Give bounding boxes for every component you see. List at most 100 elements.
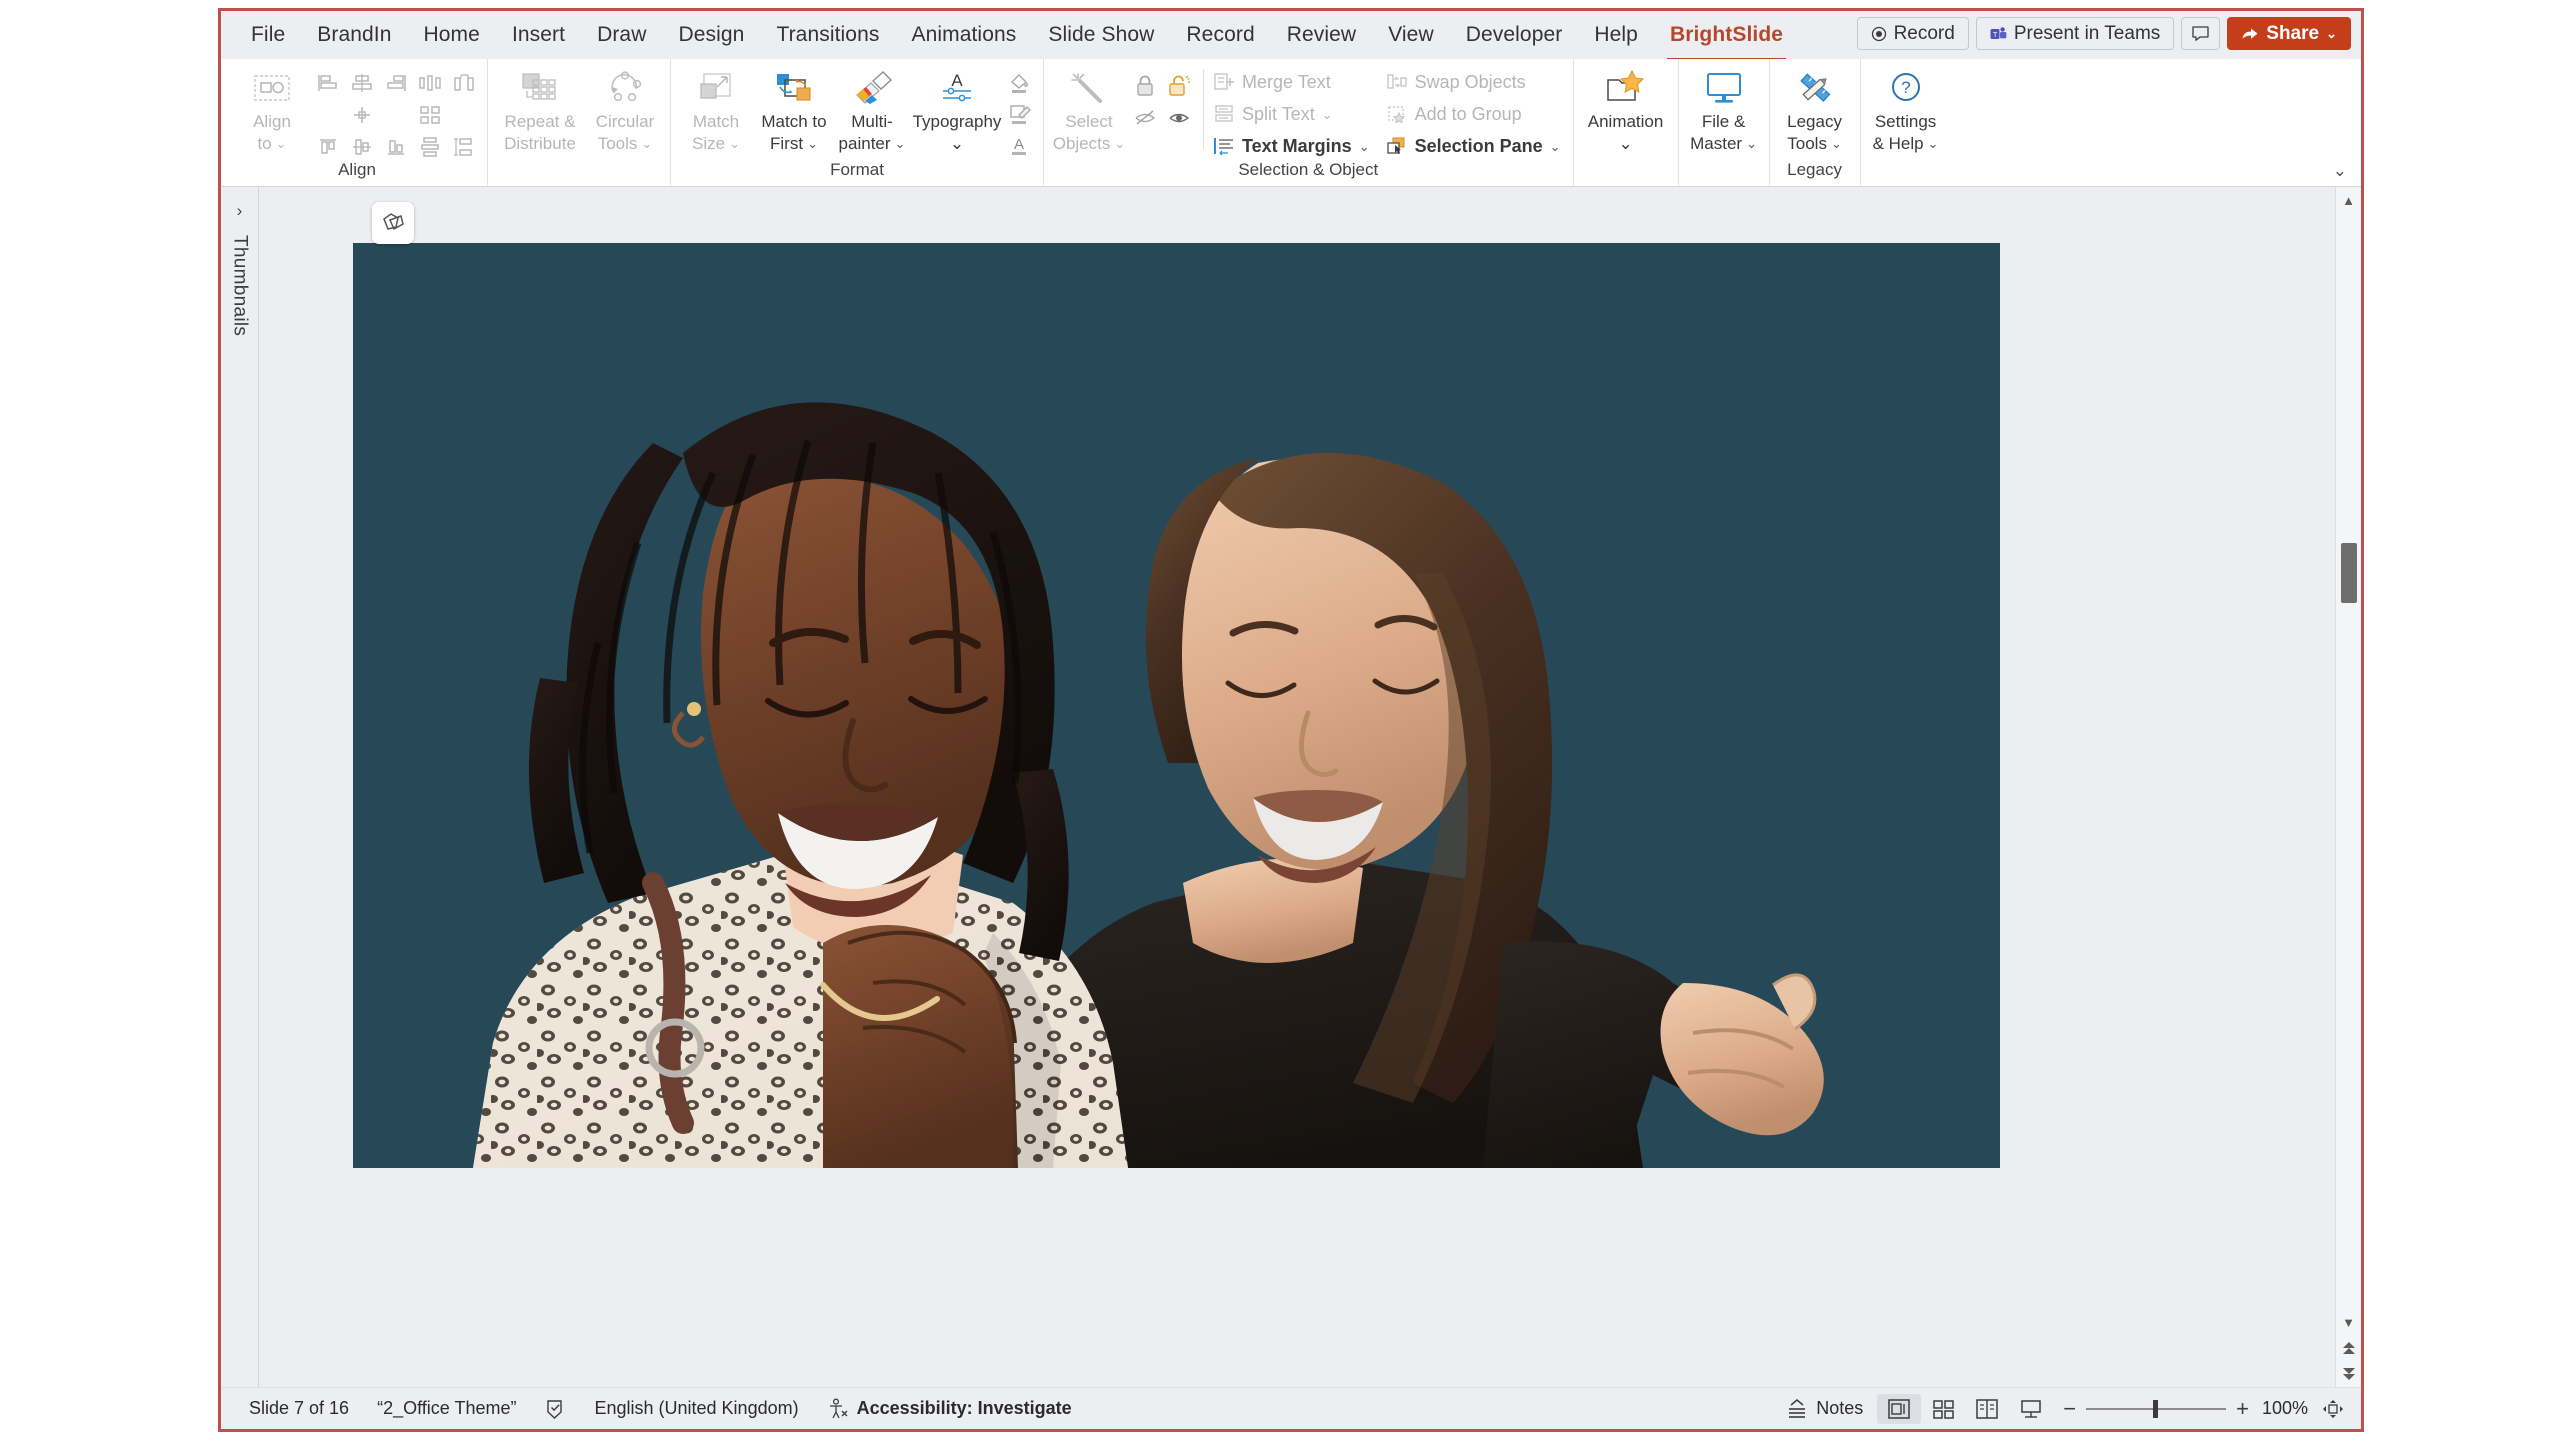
distribute-h-icon[interactable] xyxy=(413,68,447,98)
tab-brandin[interactable]: BrandIn xyxy=(301,19,407,51)
match-to-first-button[interactable]: Match to First ⌄ xyxy=(755,63,833,153)
slide-sorter-button[interactable] xyxy=(1921,1394,1965,1424)
align-middle-icon[interactable] xyxy=(345,132,379,162)
chevron-right-icon[interactable]: › xyxy=(237,201,243,221)
align-to-label-2: to xyxy=(257,134,271,153)
hide-icon[interactable] xyxy=(1128,103,1162,133)
text-margins-button[interactable]: Text Margins ⌄ xyxy=(1211,131,1376,161)
spellcheck-button[interactable] xyxy=(530,1394,580,1424)
distribute-v-icon[interactable] xyxy=(413,132,447,162)
zoom-in-button[interactable]: + xyxy=(2236,1398,2249,1420)
svg-text:A: A xyxy=(1014,136,1024,153)
fit-to-window-button[interactable] xyxy=(2321,1398,2345,1420)
animation-button[interactable]: Animation ⌄ xyxy=(1580,63,1672,153)
circular-tools-label-1: Circular xyxy=(596,112,655,131)
tab-record[interactable]: Record xyxy=(1170,19,1270,51)
thumbnails-pane-collapsed[interactable]: › Thumbnails xyxy=(221,187,259,1387)
file-master-caret-icon: ⌄ xyxy=(1746,137,1757,150)
scroll-up-button[interactable]: ▲ xyxy=(2336,187,2362,213)
accessibility-status[interactable]: Accessibility: Investigate xyxy=(813,1394,1086,1424)
tab-home[interactable]: Home xyxy=(408,19,496,51)
edit-shape-icon[interactable] xyxy=(1003,99,1037,129)
merge-text-button[interactable]: Merge Text xyxy=(1211,67,1376,97)
scrollbar-track[interactable] xyxy=(2336,213,2362,1309)
split-text-caret-icon: ⌄ xyxy=(1322,108,1333,121)
show-icon[interactable] xyxy=(1162,103,1196,133)
align-top-icon[interactable] xyxy=(311,132,345,162)
tab-file[interactable]: File xyxy=(235,19,301,51)
select-objects-button[interactable]: Select Objects ⌄ xyxy=(1050,63,1128,153)
match-size-button[interactable]: Match Size ⌄ xyxy=(677,63,755,153)
group-label-animation xyxy=(1580,159,1672,160)
settings-help-button[interactable]: ? Settings & Help ⌄ xyxy=(1867,63,1945,153)
distribute-h-edges-icon[interactable] xyxy=(447,68,481,98)
status-bar: Slide 7 of 16 “2_Office Theme” English (… xyxy=(221,1387,2361,1429)
settings-help-label-2: & Help xyxy=(1873,134,1924,153)
tab-slide-show[interactable]: Slide Show xyxy=(1032,19,1170,51)
slide-canvas[interactable] xyxy=(353,243,2000,1168)
tab-transitions[interactable]: Transitions xyxy=(760,19,895,51)
notes-button[interactable]: Notes xyxy=(1772,1394,1877,1424)
zoom-slider-knob[interactable] xyxy=(2153,1400,2158,1418)
designer-icon xyxy=(380,210,406,236)
present-in-teams-button[interactable]: T Present in Teams xyxy=(1976,17,2174,50)
vertical-scrollbar[interactable]: ▲ ▼ xyxy=(2335,187,2361,1387)
zoom-slider[interactable] xyxy=(2086,1408,2226,1410)
tab-insert[interactable]: Insert xyxy=(496,19,581,51)
language-indicator[interactable]: English (United Kingdom) xyxy=(580,1394,812,1424)
tab-developer[interactable]: Developer xyxy=(1450,19,1579,51)
unlock-icon[interactable] xyxy=(1162,71,1196,101)
align-bottom-icon[interactable] xyxy=(379,132,413,162)
swap-objects-button[interactable]: Swap Objects xyxy=(1384,67,1567,97)
tab-draw[interactable]: Draw xyxy=(581,19,662,51)
collapse-ribbon-button[interactable]: ⌄ xyxy=(2333,161,2347,181)
designer-button[interactable] xyxy=(372,202,414,244)
group-label-file-master xyxy=(1685,159,1763,160)
align-to-button[interactable]: Align to ⌄ xyxy=(233,63,311,153)
file-master-button[interactable]: File & Master ⌄ xyxy=(1685,63,1763,153)
legacy-tools-button[interactable]: Legacy Tools ⌄ xyxy=(1776,63,1854,153)
record-button[interactable]: Record xyxy=(1857,17,1969,50)
ribbon-group-legacy: Legacy Tools ⌄ Legacy xyxy=(1769,59,1860,186)
theme-name[interactable]: “2_Office Theme” xyxy=(363,1394,530,1424)
tab-help[interactable]: Help xyxy=(1578,19,1654,51)
slide-show-button[interactable] xyxy=(2009,1394,2053,1424)
share-button[interactable]: Share ⌄ xyxy=(2227,17,2351,50)
ribbon-group-align: Align to ⌄ xyxy=(227,59,487,186)
next-slide-button[interactable] xyxy=(2336,1361,2362,1387)
repeat-distribute-button[interactable]: Repeat & Distribute xyxy=(494,63,586,153)
paint-fill-icon[interactable] xyxy=(1003,68,1037,98)
typography-button[interactable]: A Typography ⌄ xyxy=(911,63,1003,153)
selection-pane-button[interactable]: Selection Pane ⌄ xyxy=(1384,131,1567,161)
match-to-first-caret-icon: ⌄ xyxy=(807,137,818,150)
zoom-out-button[interactable]: − xyxy=(2063,1398,2076,1420)
circular-tools-button[interactable]: Circular Tools ⌄ xyxy=(586,63,664,153)
previous-slide-button[interactable] xyxy=(2336,1335,2362,1361)
multi-painter-button[interactable]: Multi- painter ⌄ xyxy=(833,63,911,153)
present-in-teams-label: Present in Teams xyxy=(2014,23,2160,45)
tab-design[interactable]: Design xyxy=(662,19,760,51)
tab-brightslide[interactable]: BrightSlide xyxy=(1654,19,1799,51)
scroll-down-button[interactable]: ▼ xyxy=(2336,1309,2362,1335)
tab-view[interactable]: View xyxy=(1372,19,1450,51)
tab-animations[interactable]: Animations xyxy=(895,19,1032,51)
slide-counter[interactable]: Slide 7 of 16 xyxy=(235,1394,363,1424)
normal-view-button[interactable] xyxy=(1877,1394,1921,1424)
zoom-level[interactable]: 100% xyxy=(2259,1398,2311,1419)
select-objects-label-2: Objects xyxy=(1053,134,1111,153)
teams-icon: T xyxy=(1990,26,2007,42)
reading-view-button[interactable] xyxy=(1965,1394,2009,1424)
scrollbar-thumb[interactable] xyxy=(2341,543,2357,603)
add-to-group-button[interactable]: Add to Group xyxy=(1384,99,1567,129)
align-right-icon[interactable] xyxy=(379,68,413,98)
distribute-v-edges-icon[interactable] xyxy=(447,132,481,162)
align-left-icon[interactable] xyxy=(311,68,345,98)
tab-review[interactable]: Review xyxy=(1271,19,1372,51)
align-center-h-icon[interactable] xyxy=(345,68,379,98)
text-style-icon[interactable]: A xyxy=(1003,130,1037,160)
grid-arrange-icon[interactable] xyxy=(413,100,447,130)
split-text-button[interactable]: Split Text ⌄ xyxy=(1211,99,1376,129)
comments-button[interactable] xyxy=(2181,17,2220,50)
lock-icon[interactable] xyxy=(1128,71,1162,101)
align-to-point-icon[interactable] xyxy=(345,100,379,130)
